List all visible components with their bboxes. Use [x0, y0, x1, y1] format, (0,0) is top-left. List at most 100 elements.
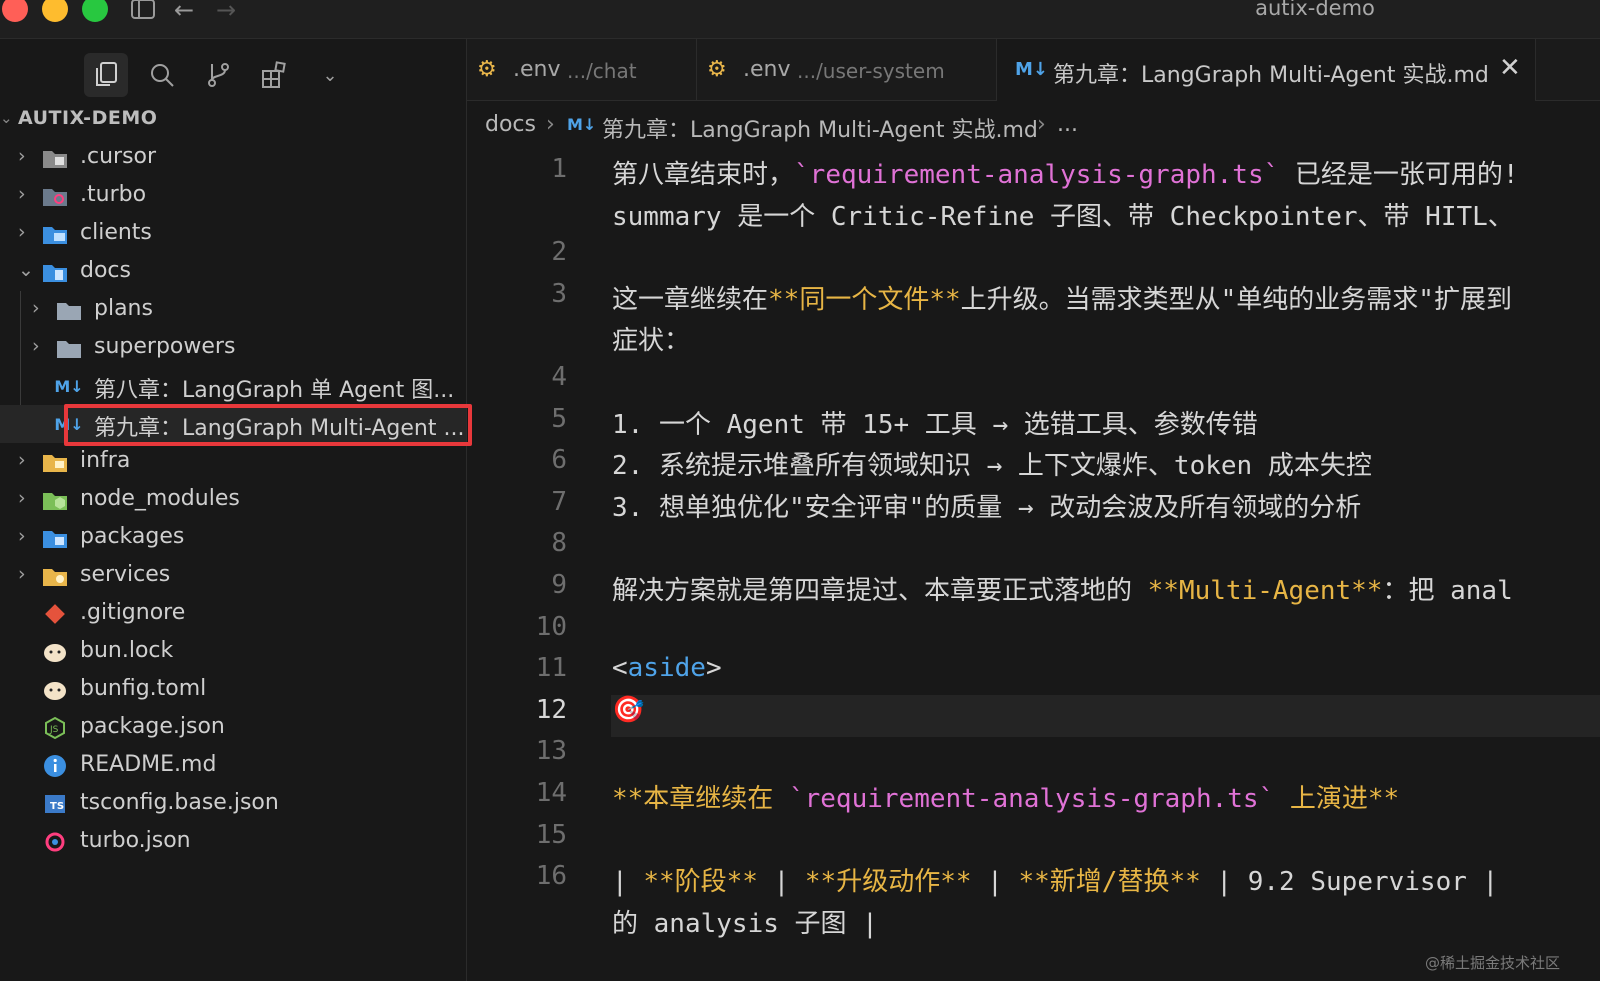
code-line[interactable]: 1 第八章结束时，`requirement-analysis-graph.ts` … [467, 150, 1600, 192]
tree-item[interactable]: ⌄ docs [0, 253, 466, 291]
line-number: 15 [535, 819, 567, 850]
chevron-right-icon[interactable]: › [18, 449, 34, 471]
code-line[interactable]: 7 3. 想单独优化"安全评审"的质量 → 改动会波及所有领域的分析 [467, 483, 1600, 525]
chevron-down-icon[interactable]: ⌄ [0, 109, 13, 127]
code-line[interactable]: 6 2. 系统提示堆叠所有领域知识 → 上下文爆炸、token 成本失控 [467, 441, 1600, 483]
code-line[interactable]: 4 [467, 358, 1600, 400]
tab-bar: ⚙ .env .../chat ⚙ .env .../user-system M… [467, 39, 1600, 101]
tree-item[interactable]: turbo.json [0, 823, 466, 861]
code-text: 1. 一个 Agent 带 15+ 工具 → 选错工具、参数传错 [612, 404, 1258, 441]
markdown-icon: M↓ [1015, 59, 1048, 80]
chevron-right-icon[interactable]: › [32, 297, 48, 319]
code-text: 解决方案就是第四章提过、本章要正式落地的 **Multi-Agent**：把 a… [612, 570, 1513, 607]
nodejs-icon: JS [42, 716, 68, 740]
folder-infra-icon [42, 451, 68, 473]
line-number: 5 [551, 403, 567, 434]
code-token: 🎯 [612, 694, 645, 725]
code-line[interactable]: 2 [467, 233, 1600, 275]
code-line[interactable]: 14 **本章继续在 `requirement-analysis-graph.ts… [467, 774, 1600, 816]
tree-item[interactable]: › .turbo [0, 177, 466, 215]
code-line[interactable]: 16 | **阶段** | **升级动作** | **新增/替换** | 9.2 … [467, 857, 1600, 899]
tree-item[interactable]: › packages [0, 519, 466, 557]
chevron-right-icon[interactable]: › [18, 525, 34, 547]
search-view-button[interactable] [140, 53, 184, 97]
chevron-right-icon[interactable]: › [18, 183, 34, 205]
zoom-window-button[interactable] [82, 0, 108, 22]
line-number: 3 [551, 278, 567, 309]
explorer-view-button[interactable] [84, 53, 128, 97]
code-token: | [971, 867, 1019, 898]
tree-item-label: node_modules [80, 486, 240, 511]
code-line[interactable]: 15 [467, 816, 1600, 858]
code-token: **升级动作** [804, 867, 972, 898]
close-window-button[interactable] [2, 0, 28, 22]
chevron-right-icon[interactable]: › [18, 563, 34, 585]
forward-arrow-icon[interactable]: → [216, 0, 236, 22]
code-token: summary 是一个 Critic-Refine 子图、带 Checkpoin… [612, 201, 1514, 232]
tree-item[interactable]: › plans [0, 291, 466, 329]
code-token: | 9.2 Supervisor | [1200, 867, 1499, 898]
tree-item[interactable]: .gitignore [0, 595, 466, 633]
bun-icon [42, 641, 68, 663]
folder-docs-icon [42, 261, 68, 283]
tree-item[interactable]: bunfig.toml [0, 671, 466, 709]
more-views-chevron-icon[interactable]: ⌄ [308, 53, 352, 97]
extensions-view-button[interactable] [252, 53, 296, 97]
code-token: **同一个文件** [768, 284, 961, 315]
code-line[interactable]: 3 这一章继续在**同一个文件**上升级。当需求类型从"单纯的业务需求"扩展到 [467, 275, 1600, 317]
tree-item[interactable]: › superpowers [0, 329, 466, 367]
source-control-button[interactable] [196, 53, 240, 97]
minimize-window-button[interactable] [42, 0, 68, 22]
tree-item[interactable]: bun.lock [0, 633, 466, 671]
tree-item-label: superpowers [94, 334, 236, 359]
code-line[interactable]: 13 [467, 732, 1600, 774]
code-text: 的 analysis 子图 | [612, 903, 878, 940]
chevron-right-icon: › [1037, 112, 1046, 137]
git-branch-icon [208, 63, 229, 87]
tree-item[interactable]: › services [0, 557, 466, 595]
code-token: aside [627, 653, 706, 684]
tree-item[interactable]: › clients [0, 215, 466, 253]
chevron-right-icon[interactable]: › [18, 221, 34, 243]
explorer-title[interactable]: AUTIX-DEMO [18, 107, 157, 129]
chevron-right-icon[interactable]: › [18, 487, 34, 509]
tab-env-user-system[interactable]: ⚙ .env .../user-system [697, 39, 997, 100]
line-number: 13 [535, 736, 567, 767]
breadcrumb-more[interactable]: ... [1057, 112, 1078, 137]
back-arrow-icon[interactable]: ← [174, 0, 194, 22]
folder-cursor-icon [42, 147, 68, 169]
tree-item[interactable]: README.md [0, 747, 466, 785]
line-number: 4 [551, 362, 567, 392]
code-line[interactable]: summary 是一个 Critic-Refine 子图、带 Checkpoin… [467, 192, 1600, 234]
tree-item[interactable]: › infra [0, 443, 466, 481]
code-editor[interactable]: 1 第八章结束时，`requirement-analysis-graph.ts` … [467, 150, 1600, 981]
tab-path: .../user-system [797, 59, 945, 83]
breadcrumb-folder[interactable]: docs [485, 112, 536, 137]
breadcrumb-file[interactable]: 第九章：LangGraph Multi-Agent 实战.md [602, 112, 1038, 144]
chevron-right-icon[interactable]: › [32, 335, 48, 357]
code-token: **本章继续在 [612, 784, 789, 814]
folder-services-icon [42, 565, 68, 587]
tab-env-chat[interactable]: ⚙ .env .../chat [467, 39, 697, 100]
toggle-sidebar-icon[interactable] [130, 0, 156, 24]
code-line[interactable]: 的 analysis 子图 | [467, 899, 1600, 941]
code-line[interactable]: 11 <aside> [467, 649, 1600, 691]
code-text: <aside> [612, 653, 722, 683]
code-line[interactable]: 9 解决方案就是第四章提过、本章要正式落地的 **Multi-Agent**：把 … [467, 566, 1600, 608]
chevron-right-icon[interactable]: › [18, 145, 34, 167]
code-line[interactable]: 12 🎯 [467, 691, 1600, 733]
tree-item[interactable]: JS package.json [0, 709, 466, 747]
tab-chapter-nine[interactable]: M↓ 第九章：LangGraph Multi-Agent 实战.md ✕ [997, 39, 1536, 101]
code-line[interactable]: 10 [467, 608, 1600, 650]
tree-item[interactable]: M↓ 第八章：LangGraph 单 Agent 图... [0, 367, 466, 405]
tree-item[interactable]: › .cursor [0, 139, 466, 177]
tree-item[interactable]: › node_modules [0, 481, 466, 519]
code-line[interactable]: 5 1. 一个 Agent 带 15+ 工具 → 选错工具、参数传错 [467, 400, 1600, 442]
chevron-down-icon[interactable]: ⌄ [18, 259, 34, 281]
tree-item-label: turbo.json [80, 828, 191, 853]
code-line[interactable]: 症状： [467, 316, 1600, 358]
close-icon[interactable]: ✕ [1499, 53, 1521, 83]
tree-item-label: tsconfig.base.json [80, 790, 279, 815]
code-line[interactable]: 8 [467, 524, 1600, 566]
tree-item[interactable]: TS tsconfig.base.json [0, 785, 466, 823]
